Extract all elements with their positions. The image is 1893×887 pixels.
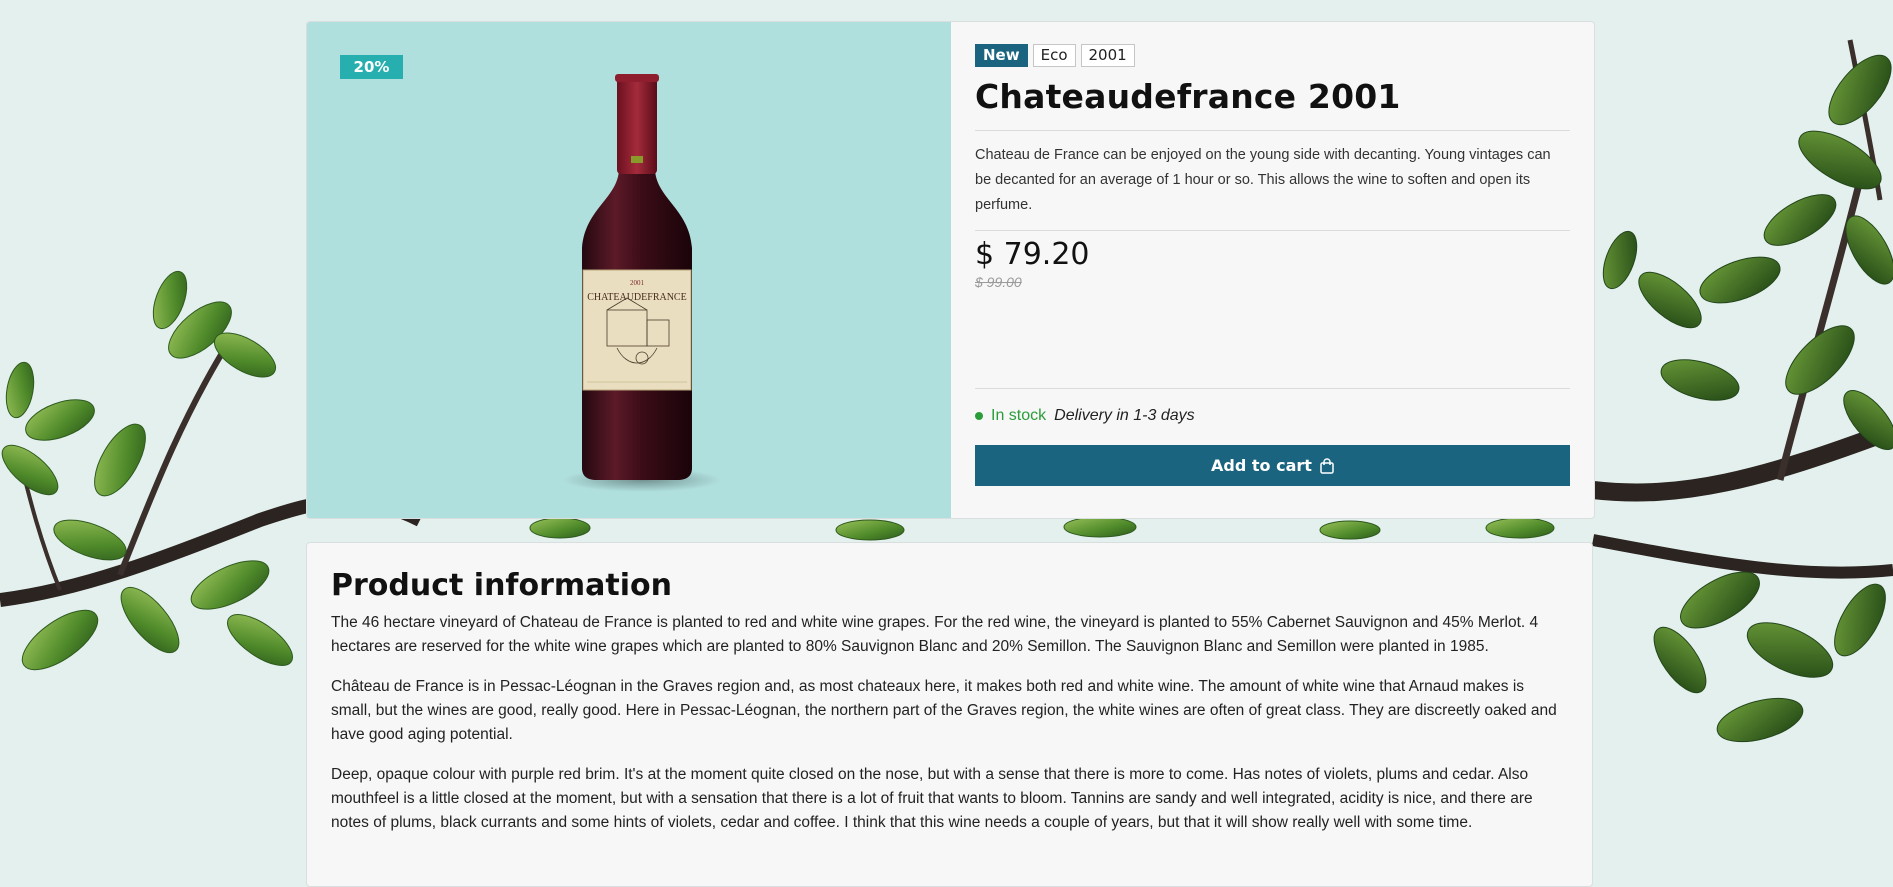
product-image-area: 20% 2001 CHATEAUDEFRANCE (307, 22, 951, 518)
product-description: Chateau de France can be enjoyed on the … (975, 147, 1551, 213)
divider (975, 230, 1570, 231)
product-title: Chateaudefrance 2001 (975, 77, 1401, 116)
product-old-price: $ 99.00 (975, 274, 1022, 290)
product-tags: New Eco 2001 (975, 44, 1570, 67)
tag-year: 2001 (1080, 44, 1135, 67)
product-card: 20% 2001 CHATEAUDEFRANCE New Eco 2001 Ch… (306, 21, 1595, 519)
status-dot-icon (975, 412, 983, 420)
add-to-cart-button[interactable]: Add to cart (975, 445, 1570, 486)
product-price: $ 79.20 (975, 237, 1090, 272)
tag-new: New (975, 44, 1028, 67)
bottle-label-name: CHATEAUDEFRANCE (587, 292, 686, 303)
info-paragraph: Château de France is in Pessac-Léognan i… (331, 678, 1557, 743)
info-paragraph: Deep, opaque colour with purple red brim… (331, 766, 1533, 831)
shopping-bag-icon (1320, 457, 1334, 474)
section-title: Product information (331, 568, 672, 603)
product-information-section: Product information The 46 hectare viney… (306, 542, 1593, 887)
stock-status: In stock (991, 407, 1047, 424)
delivery-info: Delivery in 1-3 days (1054, 407, 1195, 424)
bottle-label-year: 2001 (630, 279, 645, 287)
divider (975, 130, 1570, 131)
product-details: New Eco 2001 Chateaudefrance 2001 Chatea… (951, 22, 1594, 518)
add-to-cart-label: Add to cart (1211, 456, 1312, 475)
stock-status-row: In stock Delivery in 1-3 days (975, 407, 1195, 425)
tag-eco: Eco (1032, 44, 1076, 67)
info-paragraph: The 46 hectare vineyard of Chateau de Fr… (331, 614, 1539, 655)
wine-bottle-image[interactable]: 2001 CHATEAUDEFRANCE (547, 48, 727, 498)
divider (975, 388, 1570, 389)
discount-badge: 20% (340, 55, 403, 79)
